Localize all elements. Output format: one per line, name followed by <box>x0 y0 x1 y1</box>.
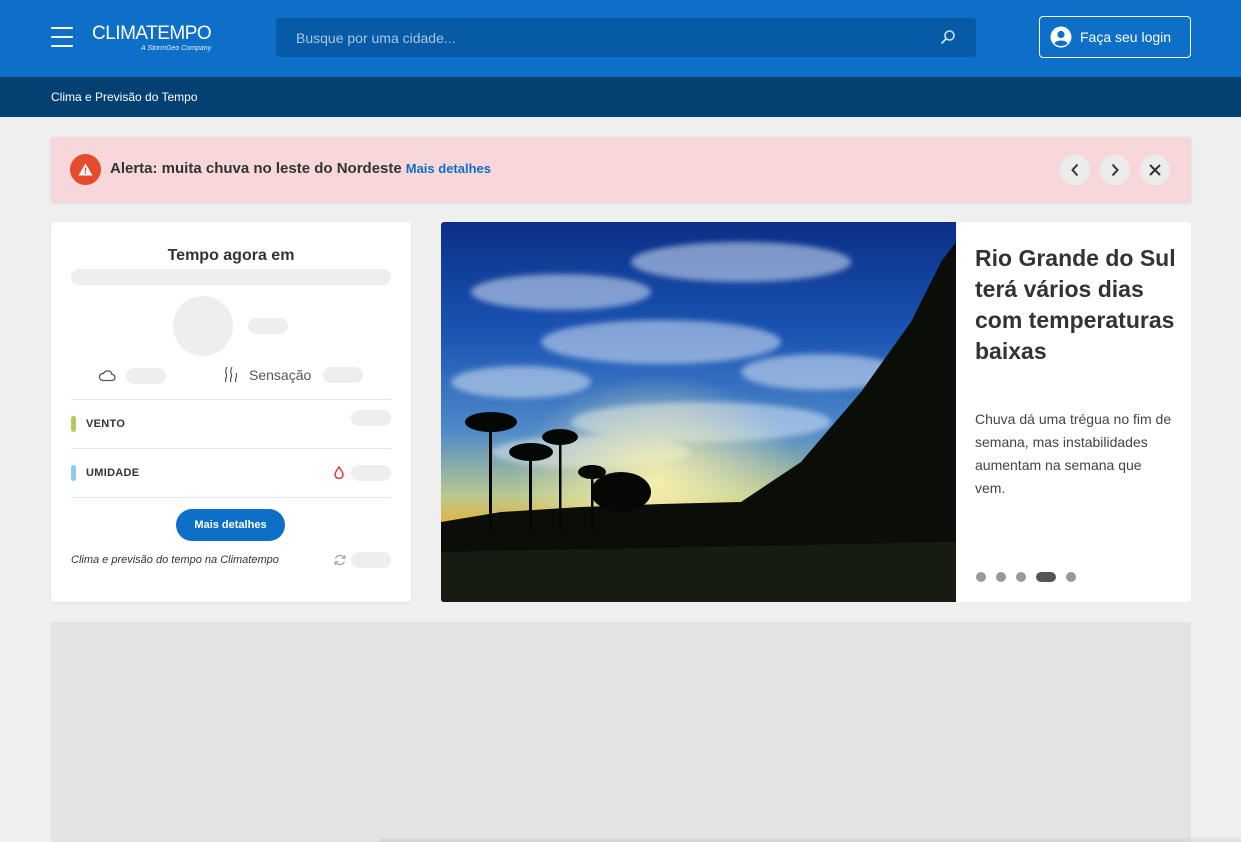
news-carousel: Rio Grande do Sul terá vários dias com t… <box>441 222 1191 602</box>
wind-label: VENTO <box>86 418 126 430</box>
alert-details-link[interactable]: Mais detalhes <box>406 161 491 176</box>
close-icon <box>1149 164 1161 176</box>
carousel-dot-5[interactable] <box>1066 572 1076 582</box>
logo-tagline: A StormGeo Company <box>141 45 212 52</box>
login-button[interactable]: Faça seu login <box>1039 16 1191 58</box>
weather-now-title: Tempo agora em <box>167 247 295 264</box>
carousel-dot-1[interactable] <box>976 572 986 582</box>
news-summary: Chuva dá uma trégua no fim de semana, ma… <box>975 411 1172 496</box>
wind-value-placeholder <box>351 410 391 426</box>
humidity-label: UMIDADE <box>86 467 140 479</box>
carousel-pagination <box>976 572 1086 582</box>
carousel-dot-2[interactable] <box>996 572 1006 582</box>
breadcrumb[interactable]: Clima e Previsão do Tempo <box>51 90 198 104</box>
carousel-dot-4[interactable] <box>1036 572 1056 582</box>
weather-alert-banner: Alerta: muita chuva no leste do Nordeste… <box>51 137 1191 202</box>
refresh-icon[interactable] <box>333 553 347 567</box>
news-headline[interactable]: Rio Grande do Sul terá vários dias com t… <box>975 243 1180 367</box>
hamburger-menu-icon[interactable] <box>51 27 73 47</box>
weather-icon-placeholder <box>173 296 233 356</box>
chevron-left-icon <box>1071 163 1079 177</box>
carousel-dot-3[interactable] <box>1016 572 1026 582</box>
warning-icon <box>70 154 101 185</box>
humidity-indicator <box>71 465 76 481</box>
top-header: CLIMATEMPO A StormGeo Company Faça seu l… <box>0 0 1241 77</box>
temperature-placeholder <box>248 318 288 334</box>
wind-indicator <box>71 416 76 432</box>
alert-close-button[interactable] <box>1140 155 1170 185</box>
divider <box>71 399 391 400</box>
alert-text: Alerta: muita chuva no leste do Nordeste <box>110 160 402 177</box>
update-time-placeholder <box>351 552 391 568</box>
sensation-placeholder <box>323 367 363 383</box>
search-bar <box>276 18 976 57</box>
divider <box>71 448 391 449</box>
breadcrumb-bar: Clima e Previsão do Tempo <box>0 77 1241 117</box>
condition-placeholder <box>126 368 166 384</box>
logo-wordmark: CLIMATEMPO <box>92 23 212 44</box>
login-label: Faça seu login <box>1080 29 1172 45</box>
search-icon[interactable] <box>940 29 956 45</box>
chevron-right-icon <box>1111 163 1119 177</box>
water-drop-icon <box>334 466 344 479</box>
alert-next-button[interactable] <box>1100 155 1130 185</box>
weather-now-card: Tempo agora em Sensação VENTO UMIDADE Ma… <box>51 222 411 602</box>
user-account-icon <box>1050 26 1072 48</box>
alert-prev-button[interactable] <box>1060 155 1090 185</box>
sensation-label: Sensação <box>249 367 312 383</box>
weather-details-button[interactable]: Mais detalhes <box>176 509 285 541</box>
ad-placeholder <box>51 622 1191 842</box>
city-name-placeholder <box>71 269 391 285</box>
news-photo[interactable] <box>441 222 956 602</box>
weather-card-footer: Clima e previsão do tempo na Climatempo <box>71 554 279 566</box>
cloud-icon <box>98 370 116 382</box>
climatempo-logo[interactable]: CLIMATEMPO A StormGeo Company <box>92 23 212 53</box>
heat-waves-icon <box>224 366 238 383</box>
search-input[interactable] <box>276 18 936 57</box>
bottom-shadow <box>380 836 1241 842</box>
humidity-value-placeholder <box>351 465 391 481</box>
alert-message: Alerta: muita chuva no leste do Nordeste… <box>110 160 491 177</box>
divider <box>71 497 391 498</box>
